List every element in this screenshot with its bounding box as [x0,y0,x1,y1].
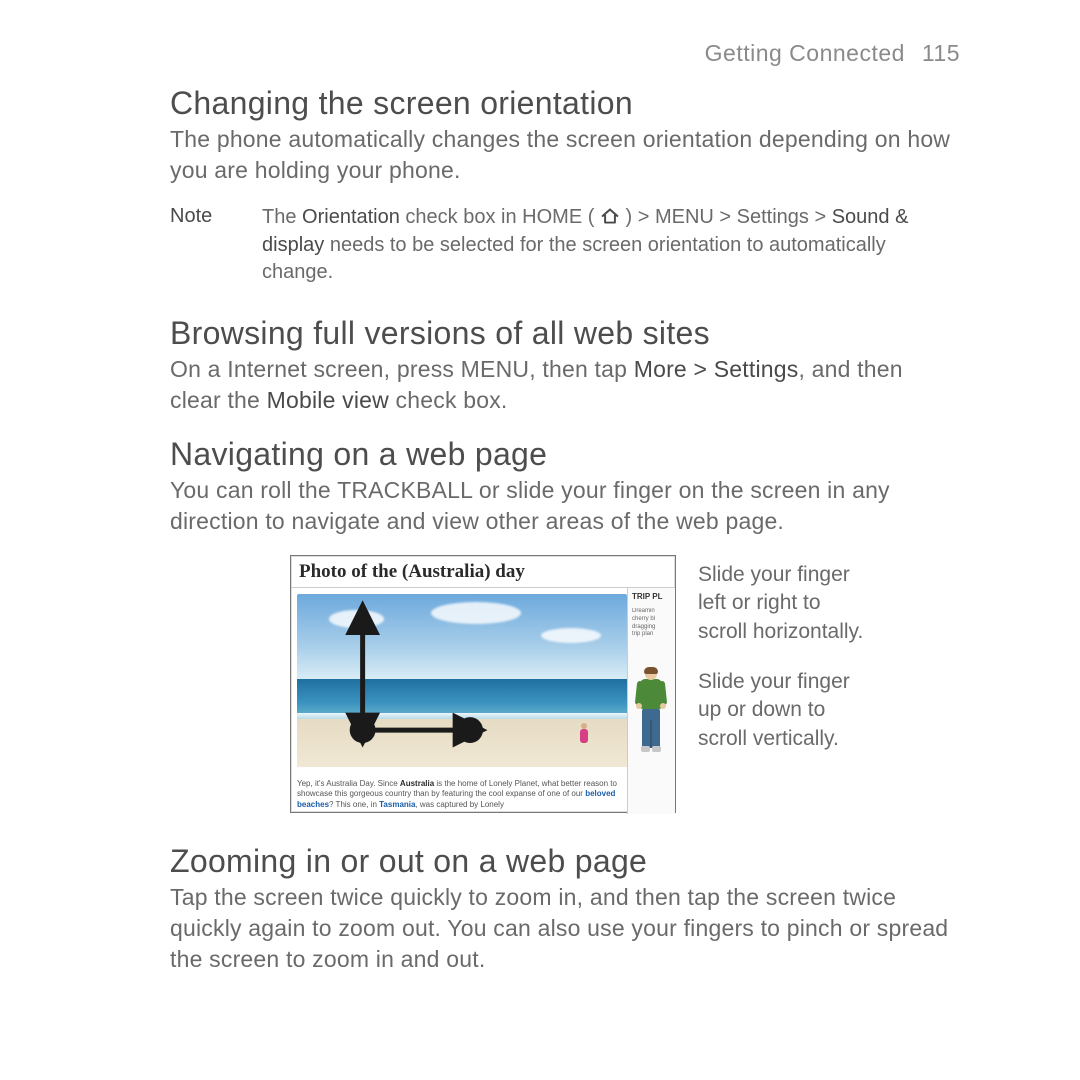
avatar-cartoon-icon [634,668,668,768]
figure-navigation: Photo of the (Australia) day Yep, it's A… [290,555,960,813]
heading-navigating: Navigating on a web page [170,436,960,473]
running-header: Getting Connected 115 [170,40,960,67]
paragraph-fullsites: On a Internet screen, press MENU, then t… [170,354,960,416]
browser-photo: Yep, it's Australia Day. Since Australia… [291,588,627,814]
note-body: The Orientation check box in HOME ( ) > … [262,204,960,287]
paragraph-navigating: You can roll the TRACKBALL or slide your… [170,475,960,537]
note-label: Note [170,204,234,287]
beach-person-icon [577,723,591,749]
section-name: Getting Connected [705,40,905,66]
browser-title: Photo of the (Australia) day [291,556,675,588]
callout-horizontal: Slide your finger left or right to scrol… [698,561,873,646]
photo-caption: Yep, it's Australia Day. Since Australia… [297,779,621,810]
note-block: Note The Orientation check box in HOME (… [170,204,960,287]
paragraph-orientation: The phone automatically changes the scre… [170,124,960,186]
browser-content: Yep, it's Australia Day. Since Australia… [291,588,675,814]
paragraph-zoom: Tap the screen twice quickly to zoom in,… [170,882,960,975]
page-number: 115 [922,40,960,66]
manual-page: Getting Connected 115 Changing the scree… [0,0,1080,1080]
gesture-callouts: Slide your finger left or right to scrol… [698,555,873,775]
browser-sidebar: TRIP PL Dreamin cherry bl dragging trip … [627,588,675,814]
heading-orientation: Changing the screen orientation [170,85,960,122]
browser-mock: Photo of the (Australia) day Yep, it's A… [290,555,676,813]
heading-fullsites: Browsing full versions of all web sites [170,315,960,352]
heading-zoom: Zooming in or out on a web page [170,843,960,880]
callout-vertical: Slide your finger up or down to scroll v… [698,668,873,753]
home-icon [600,207,620,225]
